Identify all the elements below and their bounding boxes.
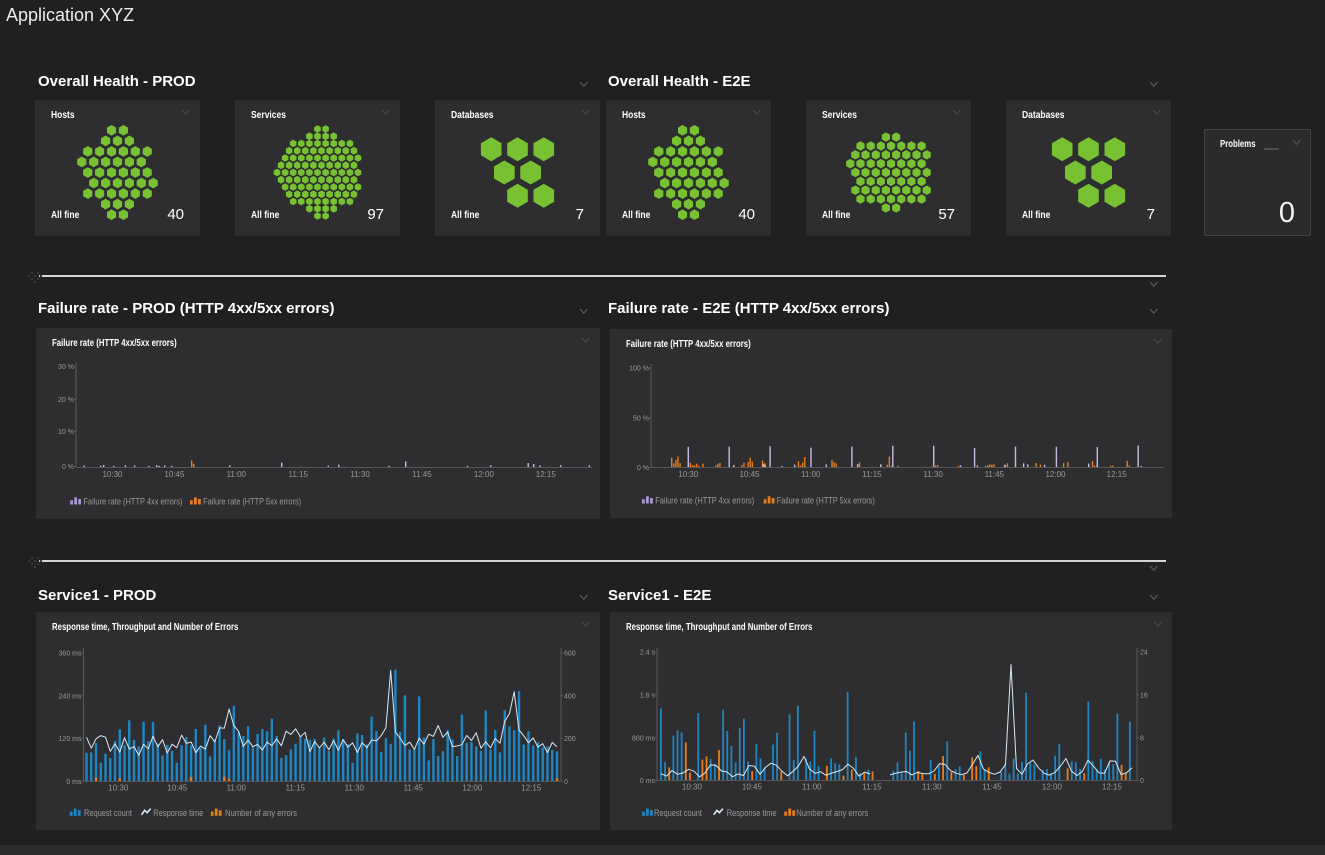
svg-text:11:45: 11:45: [985, 470, 1005, 479]
svg-text:0 %: 0 %: [637, 465, 649, 472]
svg-text:800 ms: 800 ms: [632, 735, 655, 742]
svg-text:Failure rate (HTTP 4xx errors): Failure rate (HTTP 4xx errors): [83, 497, 182, 507]
svg-text:10:45: 10:45: [167, 784, 188, 793]
svg-text:30 %: 30 %: [58, 364, 74, 371]
svg-text:10:30: 10:30: [682, 783, 703, 792]
svg-text:16: 16: [1140, 693, 1148, 700]
svg-text:0: 0: [1140, 778, 1144, 785]
svg-text:10:30: 10:30: [108, 784, 129, 793]
svg-text:Number of any errors: Number of any errors: [796, 808, 868, 818]
svg-text:8: 8: [1140, 735, 1144, 742]
svg-text:Response time: Response time: [153, 808, 203, 818]
svg-text:100 %: 100 %: [629, 366, 649, 373]
svg-text:12:00: 12:00: [1042, 783, 1063, 792]
svg-text:Failure rate (HTTP 5xx errors): Failure rate (HTTP 5xx errors): [777, 496, 875, 506]
svg-text:Failure rate (HTTP 4xx errors): Failure rate (HTTP 4xx errors): [655, 496, 754, 506]
svg-text:0 ms: 0 ms: [66, 779, 82, 786]
svg-text:11:30: 11:30: [345, 784, 365, 793]
svg-text:12:15: 12:15: [536, 470, 557, 479]
svg-text:11:15: 11:15: [286, 784, 306, 793]
svg-text:240 ms: 240 ms: [59, 693, 82, 700]
svg-text:10:45: 10:45: [164, 470, 185, 479]
svg-text:360 ms: 360 ms: [59, 651, 82, 658]
svg-text:12:15: 12:15: [521, 784, 542, 793]
svg-text:11:00: 11:00: [227, 784, 247, 793]
svg-text:11:30: 11:30: [922, 783, 942, 792]
svg-text:120 ms: 120 ms: [59, 736, 82, 743]
svg-text:10 %: 10 %: [58, 429, 74, 436]
svg-text:10:45: 10:45: [739, 470, 760, 479]
svg-text:11:15: 11:15: [862, 783, 882, 792]
svg-text:Request count: Request count: [84, 808, 132, 818]
svg-text:Number of any errors: Number of any errors: [225, 808, 297, 818]
svg-text:11:45: 11:45: [404, 784, 424, 793]
svg-text:11:30: 11:30: [350, 470, 370, 479]
svg-text:11:15: 11:15: [862, 470, 882, 479]
svg-text:11:00: 11:00: [802, 783, 822, 792]
svg-text:12:00: 12:00: [474, 470, 495, 479]
svg-text:0 ms: 0 ms: [640, 778, 656, 785]
svg-text:Response time: Response time: [727, 808, 777, 818]
svg-text:10:45: 10:45: [742, 783, 763, 792]
svg-text:Failure rate (HTTP 5xx errors): Failure rate (HTTP 5xx errors): [203, 497, 301, 507]
svg-text:2.4 s: 2.4 s: [640, 650, 656, 657]
svg-text:11:00: 11:00: [227, 470, 247, 479]
svg-text:200: 200: [564, 736, 576, 743]
svg-text:12:15: 12:15: [1102, 783, 1123, 792]
svg-text:20 %: 20 %: [58, 397, 74, 404]
svg-text:0: 0: [564, 779, 568, 786]
svg-text:50 %: 50 %: [633, 415, 649, 422]
svg-text:10:30: 10:30: [102, 470, 123, 479]
svg-text:Request count: Request count: [654, 808, 702, 818]
svg-text:11:30: 11:30: [923, 470, 943, 479]
svg-text:12:00: 12:00: [462, 784, 483, 793]
svg-text:11:15: 11:15: [288, 470, 308, 479]
svg-text:10:30: 10:30: [678, 470, 699, 479]
svg-text:600: 600: [564, 651, 576, 658]
svg-text:0 %: 0 %: [62, 464, 74, 471]
svg-text:11:00: 11:00: [801, 470, 821, 479]
svg-text:11:45: 11:45: [412, 470, 432, 479]
svg-text:12:15: 12:15: [1107, 470, 1128, 479]
svg-text:12:00: 12:00: [1045, 470, 1066, 479]
svg-text:11:45: 11:45: [982, 783, 1002, 792]
svg-text:400: 400: [564, 693, 576, 700]
svg-text:24: 24: [1140, 650, 1148, 657]
svg-text:1.6 s: 1.6 s: [640, 693, 656, 700]
